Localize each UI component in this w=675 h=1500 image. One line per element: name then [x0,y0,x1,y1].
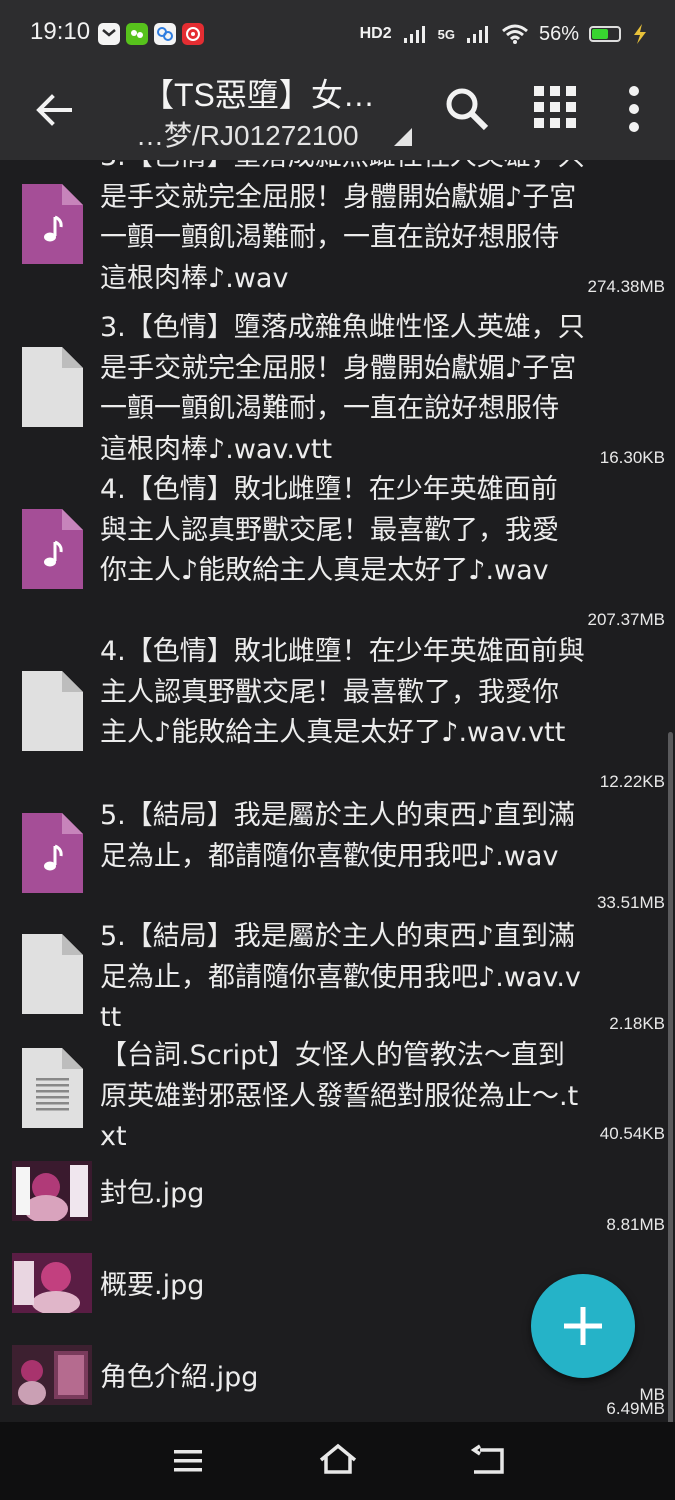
file-size: 16.30KB [599,448,665,467]
file-name: 3.【色情】墮落成雜魚雌性怪人英雄，只是手交就完全屈服！身體開始獻媚♪子宮一顫一… [100,312,585,465]
audio-file-icon [22,813,83,893]
file-row[interactable]: 封包.jpg 8.81MB [0,1152,675,1242]
search-icon[interactable] [442,84,490,132]
status-time: 19:10 [30,18,91,45]
image-thumbnail [12,1161,92,1221]
file-size: 33.51MB [596,893,665,912]
file-size: 207.37MB [587,610,666,629]
file-size: 274.38MB [587,277,666,296]
battery-icon [589,26,621,42]
home-icon[interactable] [318,1442,358,1478]
file-size: 8.81MB [606,1215,665,1234]
audio-file-icon [22,509,83,589]
folder-path[interactable]: …梦/RJ01272100 [136,114,359,154]
file-size: 12.22KB [599,772,665,791]
path-dropdown-icon[interactable] [394,128,412,146]
file-row[interactable]: 5.【結局】我是屬於主人的東西♪直到滿足為止，都請隨你喜歡使用我吧♪.wav.v… [0,917,675,1037]
file-name: 5.【結局】我是屬於主人的東西♪直到滿足為止，都請隨你喜歡使用我吧♪.wav [100,800,575,872]
file-name: 角色介紹.jpg [100,1362,259,1393]
add-fab-button[interactable] [531,1274,635,1378]
more-vert-icon[interactable] [622,84,646,134]
file-row[interactable]: 5.【結局】我是屬於主人的東西♪直到滿足為止，都請隨你喜歡使用我吧♪.wav 3… [0,796,675,916]
image-thumbnail [12,1345,92,1405]
image-thumbnail [12,1253,92,1313]
file-list: 3.【色情】墮落成雜魚雌性怪人英雄，只是手交就完全屈服！身體開始獻媚♪子宮一顫一… [0,160,675,1422]
generic-file-icon [22,671,83,751]
back-arrow-icon[interactable] [32,88,76,132]
file-name: 封包.jpg [100,1178,205,1209]
battery-percent: 56% [538,22,579,45]
file-row[interactable]: 4.【色情】敗北雌墮！在少年英雄面前與主人認真野獸交尾！最喜歡了，我愛你主人♪能… [0,472,675,632]
network-type: 5G [437,26,455,42]
file-row[interactable]: 【台詞.Script】女怪人的管教法～直到原英雄對邪惡怪人發誓絕對服從為止～.t… [0,1038,675,1152]
generic-file-icon [22,347,83,427]
file-row[interactable]: 3.【色情】墮落成雜魚雌性怪人英雄，只是手交就完全屈服！身體開始獻媚♪子宮一顫一… [0,310,675,470]
file-name: 4.【色情】敗北雌墮！在少年英雄面前與主人認真野獸交尾！最喜歡了，我愛你主人♪能… [100,474,559,586]
message-app-icon [98,23,120,45]
signal-icon [403,26,425,43]
generic-file-icon [22,934,83,1014]
battery-fill [592,29,608,39]
scrollbar[interactable] [668,732,673,1422]
file-size: 2.18KB [609,1014,665,1033]
wifi-icon [502,24,528,44]
video-app-icon [154,23,176,45]
hd-indicator: HD2 [359,25,392,42]
plus-icon [564,1307,602,1345]
file-row[interactable]: 4.【色情】敗北雌墮！在少年英雄面前與主人認真野獸交尾！最喜歡了，我愛你主人♪能… [0,634,675,794]
file-row[interactable]: 3.【色情】墮落成雜魚雌性怪人英雄，只是手交就完全屈服！身體開始獻媚♪子宮一顫一… [0,160,675,299]
signal-5g-icon [466,26,488,43]
back-icon[interactable] [468,1442,508,1478]
file-name: 4.【色情】敗北雌墮！在少年英雄面前與主人認真野獸交尾！最喜歡了，我愛你主人♪能… [100,636,585,748]
file-name: 5.【結局】我是屬於主人的東西♪直到滿足為止，都請隨你喜歡使用我吧♪.wav.v… [100,921,581,1033]
file-size: 6.49MB [606,1399,665,1418]
file-name: 【台詞.Script】女怪人的管教法～直到原英雄對邪惡怪人發誓絕對服從為止～.t… [100,1040,579,1152]
text-file-icon [22,1048,83,1128]
charging-icon [634,24,646,44]
folder-title: 【TS惡墮】女… [142,77,375,113]
grid-view-icon[interactable] [534,86,576,128]
system-nav-bar [0,1422,675,1500]
app-toolbar: 【TS惡墮】女… …梦/RJ01272100 [0,68,675,160]
status-bar: 19:10 HD2 5G 56% [0,0,675,68]
file-name: 3.【色情】墮落成雜魚雌性怪人英雄，只是手交就完全屈服！身體開始獻媚♪子宮一顫一… [100,160,585,294]
music-app-icon [182,23,204,45]
file-size: 40.54KB [599,1124,665,1143]
chat-app-icon [126,23,148,45]
file-name: 概要.jpg [100,1270,205,1301]
audio-file-icon [22,184,83,264]
recent-apps-icon[interactable] [168,1442,208,1478]
status-indicators: HD2 5G 56% [360,18,649,50]
